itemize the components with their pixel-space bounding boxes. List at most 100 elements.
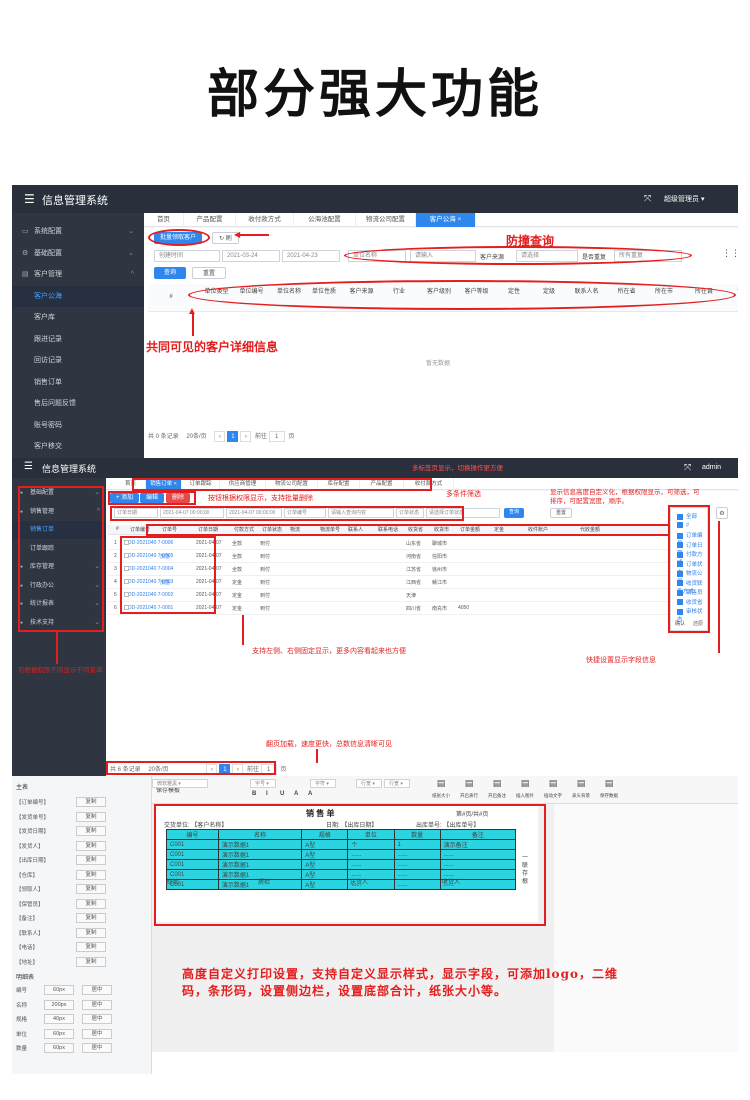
fullscreen-icon[interactable]: ⤧ <box>644 193 651 204</box>
tab-item[interactable]: 客户公海 × <box>416 213 476 227</box>
sidebar-item[interactable]: 客户公海 <box>12 285 144 307</box>
width-input[interactable]: 40px <box>44 1014 74 1024</box>
format-button[interactable]: A <box>308 791 312 797</box>
field-label: 【地址】 <box>16 959 39 966</box>
copy-button[interactable]: 复制 <box>76 840 106 851</box>
format-button[interactable]: U <box>280 791 284 797</box>
sidebar-item[interactable]: 账号密码 <box>12 415 144 436</box>
tool-icon[interactable]: ▤ <box>540 778 566 789</box>
column-settings-icon[interactable]: ⚙ <box>716 507 728 519</box>
sidebar-item[interactable]: 客户库 <box>12 307 144 328</box>
sidebar-item[interactable]: ▤ 客户管理 ^ <box>12 264 144 285</box>
detail-row: 数量 60px 居中 <box>16 1043 112 1053</box>
table-cell: 5 <box>114 592 117 598</box>
table-cell: 定金 <box>232 606 243 612</box>
tool-icon[interactable]: ▤ <box>428 778 454 789</box>
highlight-box <box>154 804 546 926</box>
align-select[interactable]: 居中 <box>82 999 112 1010</box>
field-row: 【联系人】 复制 <box>16 927 106 938</box>
tool-icon[interactable]: ▤ <box>512 778 538 789</box>
main-panel: 批量领取客户 ↻ 刷 ◀ 防撞查询 创建时间 2021-03-24 2021-0… <box>144 228 738 460</box>
toolbar-select[interactable]: 微软雅黑 ▾ <box>152 779 208 788</box>
sidebar-item-label: 账号密码 <box>34 421 62 429</box>
sidebar-item[interactable]: 客户移交 <box>12 436 144 457</box>
page-number[interactable]: 1 <box>227 431 239 442</box>
tool-icon[interactable]: ▤ <box>456 778 482 789</box>
field-label: 【电话】 <box>16 945 39 951</box>
menu-toggle-icon[interactable]: ☰ <box>24 461 33 472</box>
tool-icon[interactable]: ▤ <box>596 778 622 789</box>
tab-item[interactable]: 首页 <box>144 213 184 227</box>
pagination: 共 0 条记录 20条/页 ‹ 1 › 前往 1 页 <box>148 431 294 442</box>
copy-button[interactable]: 复制 <box>76 942 106 952</box>
user-menu[interactable]: admin <box>702 464 721 471</box>
sidebar-item[interactable]: ⚙ 基础配置 ⌄ <box>12 243 144 264</box>
tab-item[interactable]: 产品配置 <box>184 213 236 227</box>
tool-icon[interactable]: ▤ <box>568 778 594 789</box>
copy-button[interactable]: 复制 <box>76 956 106 967</box>
width-input[interactable]: 60px <box>44 1043 74 1053</box>
table-cell: 四川省 <box>406 606 422 612</box>
sidebar-item-label: 客户管理 <box>34 271 62 278</box>
goto-input[interactable]: 1 <box>268 431 285 442</box>
align-select[interactable]: 居中 <box>82 1014 112 1024</box>
sidebar-item[interactable]: ▭ 系统配置 ⌄ <box>12 221 144 242</box>
toolbar-select[interactable]: 字号 ▾ <box>250 779 276 788</box>
width-input[interactable]: 60px <box>44 1028 74 1039</box>
query-button[interactable]: 查询 <box>154 267 186 279</box>
copy-button[interactable]: 复制 <box>76 869 106 880</box>
align-select[interactable]: 居中 <box>82 1028 112 1039</box>
copy-button[interactable]: 复制 <box>76 884 106 894</box>
sidebar-item[interactable]: 回访记录 <box>12 350 144 371</box>
column-header[interactable]: # <box>161 293 181 301</box>
highlight-ellipse <box>188 280 736 310</box>
chevron-icon: ⌄ <box>128 228 134 235</box>
toolbar-select[interactable]: 字符 ▾ <box>310 779 336 788</box>
next-page-button[interactable]: › <box>240 431 252 442</box>
toolbar-select[interactable]: 行宽 ▾ <box>356 779 382 788</box>
highlight-box <box>668 505 710 633</box>
field-row: 【备注】 复制 <box>16 913 106 923</box>
table-cell: 徐州市 <box>432 567 448 573</box>
copy-button[interactable]: 复制 <box>76 913 106 923</box>
tab-item[interactable]: 公海池配置 <box>294 213 356 227</box>
copy-button[interactable]: 复制 <box>76 811 106 822</box>
format-button[interactable]: B <box>252 791 256 797</box>
filter-field[interactable]: 查询 <box>504 508 524 518</box>
create-time-select[interactable]: 创建时间 <box>154 250 220 262</box>
tool-icon[interactable]: ▤ <box>484 778 510 789</box>
toolbar-select[interactable]: 行宽 ▾ <box>384 779 410 788</box>
format-button[interactable]: A <box>294 791 298 797</box>
copy-button[interactable]: 复制 <box>76 826 106 836</box>
width-input[interactable]: 200px <box>44 999 74 1010</box>
reset-button[interactable]: 重置 <box>192 267 226 279</box>
copy-button[interactable]: 复制 <box>76 927 106 938</box>
tab-item[interactable]: 收付款方式 <box>236 213 294 227</box>
menu-toggle-icon[interactable]: ☰ <box>24 192 35 206</box>
copy-button[interactable]: 复制 <box>76 797 106 807</box>
anno-filter: 多条件筛选 <box>446 491 481 498</box>
page-size-select[interactable]: 20条/页 <box>186 434 206 440</box>
copy-button[interactable]: 复制 <box>76 898 106 909</box>
sidebar-item[interactable]: 销售订单 <box>12 372 144 393</box>
tab-item[interactable]: 物流公司配置 <box>356 213 416 227</box>
align-select[interactable]: 居中 <box>82 1043 112 1053</box>
date-start-input[interactable]: 2021-03-24 <box>222 250 280 262</box>
tool-label: 开启表行 <box>460 793 478 798</box>
copy-button[interactable]: 复制 <box>76 855 106 865</box>
column-header[interactable]: # <box>116 526 119 532</box>
table-cell: 到付 <box>260 580 271 586</box>
fullscreen-icon[interactable]: ⤧ <box>684 462 691 473</box>
format-button[interactable]: I <box>266 791 268 797</box>
sidebar-item[interactable]: 跟进记录 <box>12 329 144 350</box>
total-count: 共 0 条记录 <box>148 434 179 440</box>
user-menu[interactable]: 超级管理员 ▾ <box>664 194 704 204</box>
grid-view-icon[interactable]: ⋮⋮ <box>722 248 738 259</box>
align-select[interactable]: 居中 <box>82 985 112 995</box>
filter-field[interactable]: 重置 <box>550 508 572 518</box>
prev-page-button[interactable]: ‹ <box>214 431 226 442</box>
sidebar-item[interactable]: 售后问题反馈 <box>12 393 144 414</box>
empty-text: 暂无数据 <box>426 361 451 367</box>
date-end-input[interactable]: 2021-04-23 <box>282 250 340 262</box>
width-input[interactable]: 60px <box>44 985 74 995</box>
